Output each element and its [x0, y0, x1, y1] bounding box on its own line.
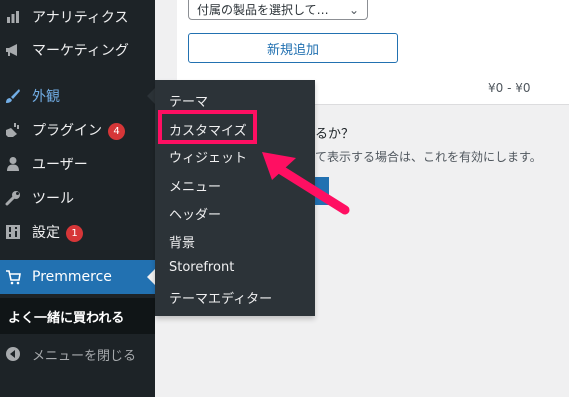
submenu-item-menus[interactable]: メニュー [169, 176, 221, 195]
linked-product-select[interactable]: 付属の製品を選択して… ⌄ [188, 0, 368, 20]
nav-label: ユーザー [32, 157, 88, 173]
nav-tools[interactable]: ツール [0, 181, 155, 215]
submenu-item-background[interactable]: 背景 [169, 232, 195, 251]
wrench-icon [5, 190, 21, 206]
plugin-icon [5, 122, 21, 138]
nav-appearance[interactable]: 外観 [0, 79, 155, 113]
nav-plugins[interactable]: プラグイン 4 [0, 113, 155, 147]
submenu-item-widgets[interactable]: ウィジェット [169, 147, 247, 166]
update-count-badge: 1 [66, 224, 83, 242]
nav-analytics[interactable]: アナリティクス [0, 0, 155, 34]
submenu-item-header[interactable]: ヘッダー [169, 204, 221, 223]
collapse-menu-button[interactable]: メニューを閉じる [0, 337, 155, 371]
submenu-item-themes[interactable]: テーマ [169, 91, 208, 110]
nav-frequently-bought-together[interactable]: よく一緒に買われる [0, 298, 155, 334]
user-icon [5, 156, 21, 172]
paintbrush-icon [5, 88, 21, 104]
nav-marketing[interactable]: マーケティング [0, 33, 155, 67]
setting-question: るか？ [315, 127, 355, 142]
megaphone-icon [5, 42, 21, 58]
nav-label: マーケティング [32, 43, 129, 59]
update-count-badge: 4 [108, 122, 125, 140]
nav-users[interactable]: ユーザー [0, 147, 155, 181]
highlight-box [158, 110, 257, 144]
nav-settings[interactable]: 設定 1 [0, 215, 155, 249]
submenu-item-theme-editor[interactable]: テーマエディター [169, 288, 272, 307]
bar-chart-icon [5, 9, 21, 25]
nav-label: アナリティクス [32, 10, 129, 26]
nav-label: メニューを閉じる [32, 348, 137, 364]
annotation-arrow-icon [262, 152, 350, 215]
nav-label: ツール [32, 191, 74, 207]
nav-label: よく一緒に買われる [8, 310, 125, 326]
nav-label: 設定 1 [32, 222, 83, 242]
chevron-down-icon: ⌄ [348, 3, 359, 17]
collapse-icon [5, 346, 21, 362]
nav-label: Premmerce [32, 269, 112, 285]
cart-icon [5, 269, 21, 285]
settings-icon [5, 224, 21, 240]
select-value: 付属の製品を選択して… [197, 3, 329, 17]
nav-label: 外観 [32, 89, 60, 105]
submenu-item-storefront[interactable]: Storefront [169, 260, 234, 275]
nav-label: プラグイン 4 [32, 120, 125, 140]
add-new-button[interactable]: 新規追加 [188, 33, 398, 63]
admin-sidebar: アナリティクス マーケティング 外観 プラグイン4 ユーザー ツール 設定1 [0, 0, 155, 397]
price-range: ¥0 - ¥0 [488, 81, 531, 95]
nav-premmerce[interactable]: Premmerce [0, 260, 155, 294]
